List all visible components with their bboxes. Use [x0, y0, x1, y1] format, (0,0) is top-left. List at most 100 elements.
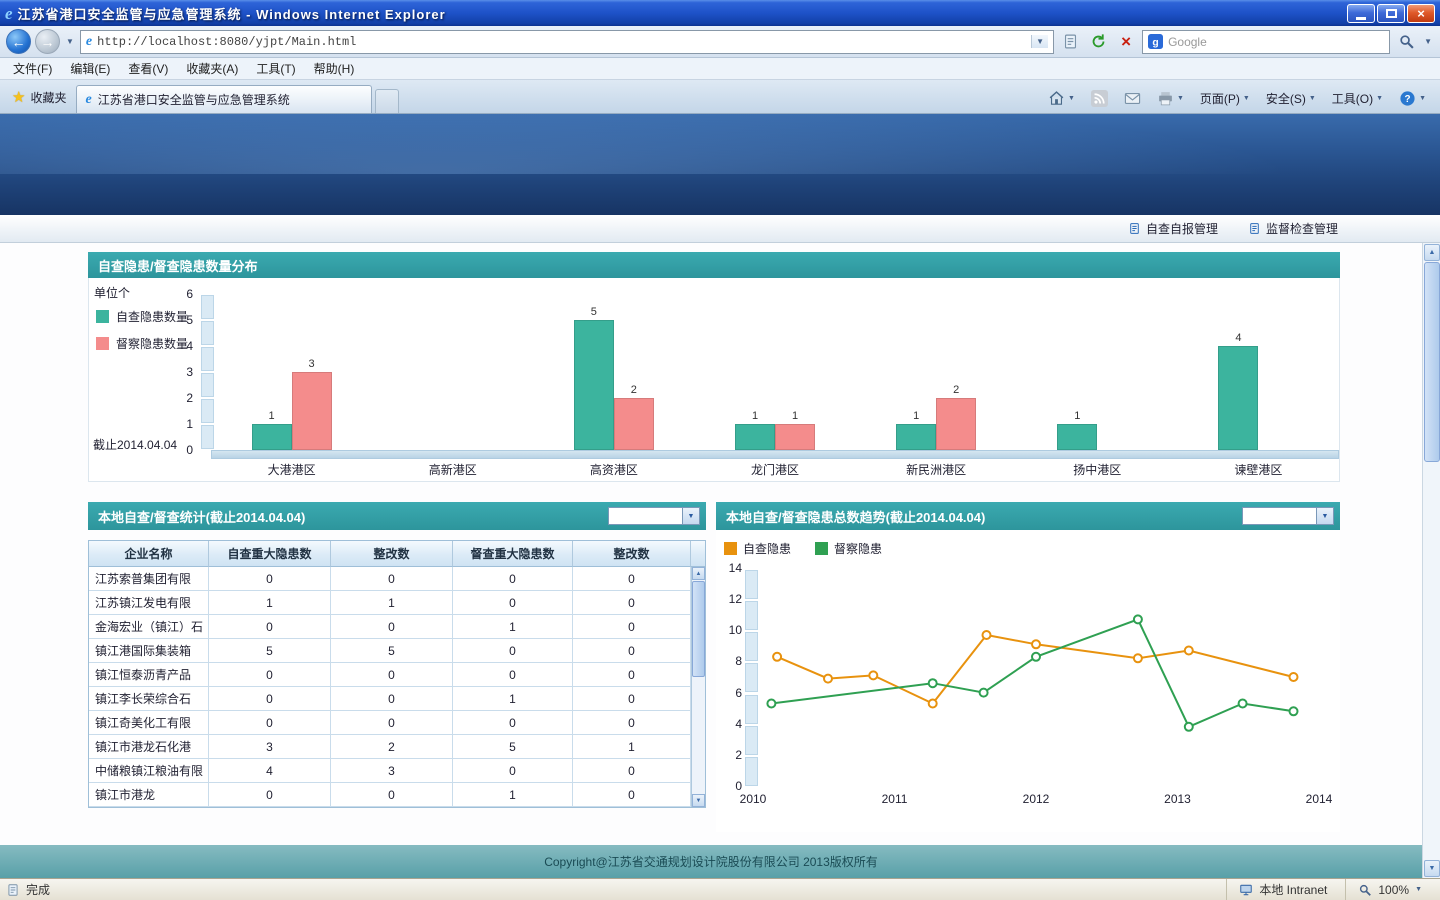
favorites-bar: ★ 收藏夹 e 江苏省港口安全监管与应急管理系统 ▼ ▼ 页面(P)▼ 安 — [0, 80, 1440, 114]
menu-item[interactable]: 查看(V) — [119, 58, 177, 79]
menu-item[interactable]: 帮助(H) — [305, 58, 364, 79]
favorites-button[interactable]: ★ 收藏夹 — [4, 84, 74, 110]
browser-window: e 江苏省港口安全监管与应急管理系统 - Windows Internet Ex… — [0, 0, 1440, 900]
table-row[interactable]: 金海宏业（镇江）石0010 — [89, 615, 705, 639]
value-cell: 0 — [209, 711, 331, 734]
minimize-button[interactable] — [1347, 4, 1375, 23]
table-filter-dropdown[interactable]: ▼ — [608, 507, 700, 525]
value-cell: 1 — [453, 687, 573, 710]
table-header-row: 企业名称自查重大隐患数整改数督查重大隐患数整改数 — [89, 541, 705, 567]
value-cell: 0 — [209, 615, 331, 638]
address-dropdown[interactable]: ▼ — [1031, 35, 1048, 48]
table-panel-title: 本地自查/督查统计(截止2014.04.04) — [98, 507, 305, 526]
zone-text: 本地 Intranet — [1259, 881, 1327, 898]
tools-menu-button[interactable]: 工具(O)▼ — [1328, 88, 1387, 109]
table-row[interactable]: 镇江港国际集装箱5500 — [89, 639, 705, 663]
compatibility-button[interactable] — [1058, 30, 1082, 54]
table-row[interactable]: 中储粮镇江粮油有限4300 — [89, 759, 705, 783]
table-row[interactable]: 镇江恒泰沥青产品0000 — [89, 663, 705, 687]
read-mail-button[interactable] — [1120, 88, 1145, 109]
new-tab-button[interactable] — [375, 89, 399, 113]
favorites-label: 收藏夹 — [30, 89, 66, 106]
value-cell: 0 — [573, 759, 691, 782]
company-name-cell: 江苏索普集团有限 — [89, 567, 209, 590]
zoom-control[interactable]: 100% ▼ — [1345, 879, 1434, 900]
search-icon — [1398, 33, 1415, 50]
print-button[interactable]: ▼ — [1153, 88, 1188, 109]
page-scrollbar[interactable]: ▲ ▼ — [1422, 243, 1440, 878]
value-cell: 0 — [331, 663, 453, 686]
column-header-cap — [691, 541, 705, 567]
search-button[interactable] — [1394, 30, 1418, 54]
value-cell: 0 — [209, 687, 331, 710]
value-cell: 0 — [573, 567, 691, 590]
company-name-cell: 中储粮镇江粮油有限 — [89, 759, 209, 782]
tools-menu-label: 工具(O) — [1332, 90, 1373, 107]
table-row[interactable]: 镇江奇美化工有限0000 — [89, 711, 705, 735]
submenu-item[interactable]: 监督检查管理 — [1248, 220, 1338, 237]
scrollbar-down-arrow[interactable]: ▼ — [1424, 860, 1440, 877]
back-button[interactable]: ← — [6, 29, 31, 54]
scroll-thumb[interactable] — [692, 581, 705, 677]
table-row[interactable]: 镇江李长荣综合石0010 — [89, 687, 705, 711]
legend-item: 督察隐患 — [815, 540, 882, 557]
value-cell: 0 — [573, 663, 691, 686]
value-cell: 0 — [331, 711, 453, 734]
home-icon — [1048, 90, 1065, 107]
menu-item[interactable]: 文件(F) — [4, 58, 61, 79]
safety-menu-button[interactable]: 安全(S)▼ — [1262, 88, 1320, 109]
trend-filter-dropdown[interactable]: ▼ — [1242, 507, 1334, 525]
bar-category-label: 扬中港区 — [1017, 461, 1178, 478]
submenu-item-label: 自查自报管理 — [1146, 220, 1218, 237]
bar-value-label: 2 — [936, 383, 976, 397]
home-button[interactable]: ▼ — [1044, 88, 1079, 109]
bar-value-label: 1 — [896, 409, 936, 423]
value-cell: 1 — [453, 615, 573, 638]
bar-segment — [574, 320, 614, 450]
page-menu-button[interactable]: 页面(P)▼ — [1196, 88, 1254, 109]
close-button[interactable]: × — [1407, 4, 1435, 23]
y-axis-label: 4 — [161, 339, 193, 353]
help-button[interactable]: ? ▼ — [1395, 88, 1430, 109]
scrollbar-thumb[interactable] — [1424, 262, 1440, 462]
command-bar: ▼ ▼ 页面(P)▼ 安全(S)▼ 工具(O)▼ ? ▼ — [1044, 88, 1440, 113]
scroll-up-arrow[interactable]: ▲ — [692, 567, 705, 580]
browser-tab[interactable]: e 江苏省港口安全监管与应急管理系统 — [76, 85, 372, 113]
menu-item[interactable]: 编辑(E) — [61, 58, 119, 79]
menu-item[interactable]: 工具(T) — [247, 58, 304, 79]
table-row[interactable]: 镇江市港龙石化港3251 — [89, 735, 705, 759]
search-input[interactable] — [1168, 35, 1384, 49]
scrollbar-up-arrow[interactable]: ▲ — [1424, 244, 1440, 261]
address-field[interactable]: e http://localhost:8080/yjpt/Main.html ▼ — [80, 30, 1054, 54]
value-cell: 0 — [209, 663, 331, 686]
copyright-text: Copyright@江苏省交通规划设计院股份有限公司 2013版权所有 — [544, 853, 878, 870]
submenu-item[interactable]: 自查自报管理 — [1128, 220, 1218, 237]
bar-value-label: 3 — [292, 357, 332, 371]
value-cell: 1 — [573, 735, 691, 758]
feeds-button[interactable] — [1087, 88, 1112, 109]
maximize-button[interactable] — [1377, 4, 1405, 23]
search-box[interactable]: g — [1142, 30, 1390, 54]
document-icon — [1128, 222, 1141, 235]
value-cell: 0 — [573, 783, 691, 806]
table-scrollbar[interactable]: ▲ ▼ — [691, 567, 705, 807]
search-dropdown[interactable]: ▼ — [1422, 37, 1434, 46]
chevron-down-icon: ▼ — [1376, 95, 1383, 102]
value-cell: 0 — [453, 591, 573, 614]
stop-button[interactable]: × — [1114, 30, 1138, 54]
menu-item[interactable]: 收藏夹(A) — [177, 58, 247, 79]
scroll-down-arrow[interactable]: ▼ — [692, 794, 705, 807]
forward-button[interactable]: → — [35, 29, 60, 54]
bar-segment — [1057, 424, 1097, 450]
company-name-cell: 镇江李长荣综合石 — [89, 687, 209, 710]
value-cell: 0 — [453, 639, 573, 662]
bar-segment — [292, 372, 332, 450]
column-header: 整改数 — [331, 541, 453, 567]
value-cell: 0 — [453, 567, 573, 590]
table-row[interactable]: 江苏索普集团有限0000 — [89, 567, 705, 591]
value-cell: 0 — [453, 759, 573, 782]
refresh-button[interactable] — [1086, 30, 1110, 54]
table-row[interactable]: 镇江市港龙0010 — [89, 783, 705, 807]
table-row[interactable]: 江苏镇江发电有限1100 — [89, 591, 705, 615]
history-dropdown[interactable]: ▼ — [64, 37, 76, 46]
